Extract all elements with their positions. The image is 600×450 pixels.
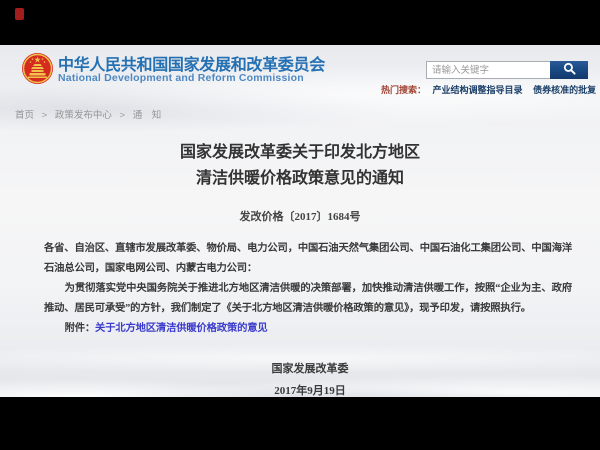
national-emblem-icon bbox=[21, 52, 54, 85]
document-title-line2: 清洁供暖价格政策意见的通知 bbox=[0, 166, 600, 192]
search-input[interactable] bbox=[426, 61, 550, 79]
hot-search-row: 热门搜索： 产业结构调整指导目录 债券核准的批复 上汽通用 bbox=[381, 83, 600, 96]
attachment-link[interactable]: 关于北方地区清洁供暖价格政策的意见 bbox=[95, 323, 268, 334]
breadcrumb-current: 通 知 bbox=[133, 110, 162, 121]
red-corner-mark-icon bbox=[15, 8, 24, 20]
hot-search-link-1[interactable]: 产业结构调整指导目录 bbox=[433, 85, 523, 95]
breadcrumb-separator: > bbox=[42, 110, 48, 121]
search-icon bbox=[563, 62, 576, 78]
document-paragraph-recipients: 各省、自治区、直辖市发展改革委、物价局、电力公司，中国石油天然气集团公司、中国石… bbox=[44, 239, 572, 279]
breadcrumb-link-home[interactable]: 首页 bbox=[15, 110, 34, 121]
site-title-en: National Development and Reform Commissi… bbox=[58, 72, 304, 84]
search-bar bbox=[426, 61, 588, 79]
attachment-line: 附件：关于北方地区清洁供暖价格政策的意见 bbox=[44, 319, 572, 339]
website-content: 中华人民共和国国家发展和改革委员会 National Development a… bbox=[0, 45, 600, 397]
bottom-black-bar bbox=[0, 397, 600, 450]
hot-search-link-2[interactable]: 债券核准的批复 bbox=[533, 85, 596, 95]
signature-date: 2017年9月19日 bbox=[10, 382, 600, 398]
signature-org: 国家发展改革委 bbox=[10, 360, 600, 376]
search-button[interactable] bbox=[550, 61, 588, 79]
document-paragraph-main: 为贯彻落实党中央国务院关于推进北方地区清洁供暖的决策部署，加快推动清洁供暖工作，… bbox=[44, 279, 572, 319]
breadcrumb-separator: > bbox=[120, 110, 126, 121]
document-body: 各省、自治区、直辖市发展改革委、物价局、电力公司，中国石油天然气集团公司、中国石… bbox=[44, 239, 572, 339]
document-title: 国家发展改革委关于印发北方地区 清洁供暖价格政策意见的通知 bbox=[0, 140, 600, 192]
document-title-line1: 国家发展改革委关于印发北方地区 bbox=[0, 140, 600, 166]
breadcrumb-link-policy-center[interactable]: 政策发布中心 bbox=[55, 110, 112, 121]
breadcrumb: 首页 > 政策发布中心 > 通 知 bbox=[15, 107, 161, 121]
hot-search-label: 热门搜索： bbox=[381, 85, 426, 95]
document-number: 发改价格〔2017〕1684号 bbox=[0, 208, 600, 224]
top-black-bar bbox=[0, 0, 600, 45]
screenshot-root: 中华人民共和国国家发展和改革委员会 National Development a… bbox=[0, 0, 600, 450]
attachment-label: 附件： bbox=[65, 323, 95, 334]
